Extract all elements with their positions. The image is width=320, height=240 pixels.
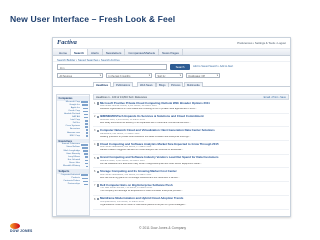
result-number: 4 [94,142,96,146]
nav-news-pages[interactable]: News Pages [159,49,183,55]
app-header: Factiva Preferences • Settings & Tools •… [53,38,290,49]
result-number: 1 [94,101,96,105]
search-button[interactable]: Search [170,64,190,70]
chevron-down-icon: ▾ [148,74,150,77]
search-input[interactable]: ibm [57,64,167,70]
result-checkbox[interactable] [96,198,99,201]
result-checkbox[interactable] [96,170,99,174]
dow-jones-logo: DOW JONES [10,223,32,234]
facet-bar [84,183,88,186]
header-links[interactable]: Preferences • Settings & Tools • Logout [237,41,286,45]
result-number: 8 [94,197,96,201]
slide-title: New User Interface – Fresh Look & Feel [10,14,176,24]
result-number: 5 [94,156,96,160]
result-snippet: Formal Dataview.com Executive Kelly Brow… [100,162,202,165]
result-checkbox[interactable] [96,129,99,132]
discovery-sidebar: Companies Microsoft Corp Google Inc Apple I… [56,94,90,216]
result-snippet: Organizations continue to invest in main… [100,204,187,206]
tab-blogs[interactable]: Blogs [156,81,169,87]
result-item: 2 IBM/MEMOSTech Expands Its Services & So… [93,114,289,128]
result-checkbox[interactable] [96,102,99,105]
tab-web-news[interactable]: Web News [137,81,156,87]
facet-label: Partnerships [67,182,80,185]
result-snippet: The company will leverage its acquisitio… [100,190,183,193]
results-actions[interactable]: Email • Print • Save [264,96,286,99]
tab-pictures[interactable]: Pictures [168,81,184,87]
slide-footer [0,221,320,240]
facet-label: Meredith Whitney [62,164,80,167]
sidebar-facet-item[interactable]: EMC Corp [57,135,89,138]
result-item: 3 Computer Network Cloud and Virtualizati… [93,127,289,142]
tab-headlines[interactable]: Headlines [93,81,112,87]
source-select[interactable]: All Sources ▾ [57,73,103,78]
results-list: 1 Microsoft Positive Private Cloud Comput… [93,100,289,210]
result-item: 7 Dell Computer Bets on Big Enterprise So… [93,182,289,196]
nav-alerts[interactable]: Alerts [88,49,103,55]
sidebar-facet-item[interactable]: Meredith Whitney [57,165,89,168]
result-checkbox[interactable] [96,115,99,119]
sidebar-facet-item[interactable]: Partnerships [57,183,89,186]
result-checkbox[interactable] [96,143,99,146]
result-item: 4 Cloud Computing and Software Analytics … [93,141,289,155]
result-snippet: Midsized organizations in most cases are… [100,108,197,111]
result-item: 1 Microsoft Positive Private Cloud Comput… [93,100,289,114]
nav-search[interactable]: Search [71,49,89,55]
tab-publications[interactable]: Publications [113,81,133,87]
sort-select[interactable]: Sort by ▾ [155,73,183,78]
result-number: 6 [94,170,96,174]
facet-bar [85,165,88,168]
footer-copyright: © 2011 Dow Jones & Company [139,226,187,230]
result-snippet: IBM today announced its delivery of an e… [100,121,191,124]
application-screenshot: Factiva Preferences • Settings & Tools •… [52,37,291,217]
results-pane: Headlines 1 - 100 of 13,816 Sort: Releva… [93,94,289,216]
nav-newsletters[interactable]: Newsletters [103,49,126,55]
result-number: 3 [94,129,96,133]
chevron-down-icon: ▾ [216,74,218,77]
main-nav: Home Search Alerts Newsletters Companies… [53,49,290,56]
result-checkbox[interactable] [96,184,99,187]
result-item: 6 Storage Computing and Its Growing Marke… [93,168,289,183]
result-checkbox[interactable] [96,156,99,160]
facet-bar [85,135,88,138]
facet-label: EMC Corp [69,134,80,137]
nav-home[interactable]: Home [56,49,72,55]
result-snippet: Market research suggests demand for clou… [100,149,184,152]
date-select[interactable]: In the last 3 months ▾ [106,73,152,78]
result-snippet: Leading providers of private cloud solut… [100,135,191,138]
duplicates-select[interactable]: Duplicates: Off ▾ [186,73,220,78]
filter-row: All Sources ▾ In the last 3 months ▾ Sort … [53,72,290,80]
result-tabs: Headlines Publications Web News Blogs Pi… [53,80,290,87]
factiva-logo: Factiva [57,39,77,46]
results-count: Headlines 1 - 100 of 13,816 Sort: Releva… [96,96,148,99]
result-number: 7 [94,183,96,187]
result-snippet: IBM has some big plans for its storage b… [100,176,180,179]
nav-companies-markets[interactable]: Companies/Markets [125,49,160,55]
logo-wordmark: DOW JONES [10,229,33,233]
search-row: ibm Search Add to Saved Search • Add to … [53,62,290,72]
search-options-links[interactable]: Add to Saved Search • Add to Alert [193,65,233,68]
chevron-down-icon: ▾ [99,74,101,77]
tab-multimedia[interactable]: Multimedia [184,81,203,87]
result-item: 5 Grand Computing and Software Industry V… [93,155,289,169]
result-item: 8 Mainframe Modernization and Hybrid Clou… [93,196,289,210]
result-number: 2 [94,115,96,119]
chevron-down-icon: ▾ [179,74,181,77]
